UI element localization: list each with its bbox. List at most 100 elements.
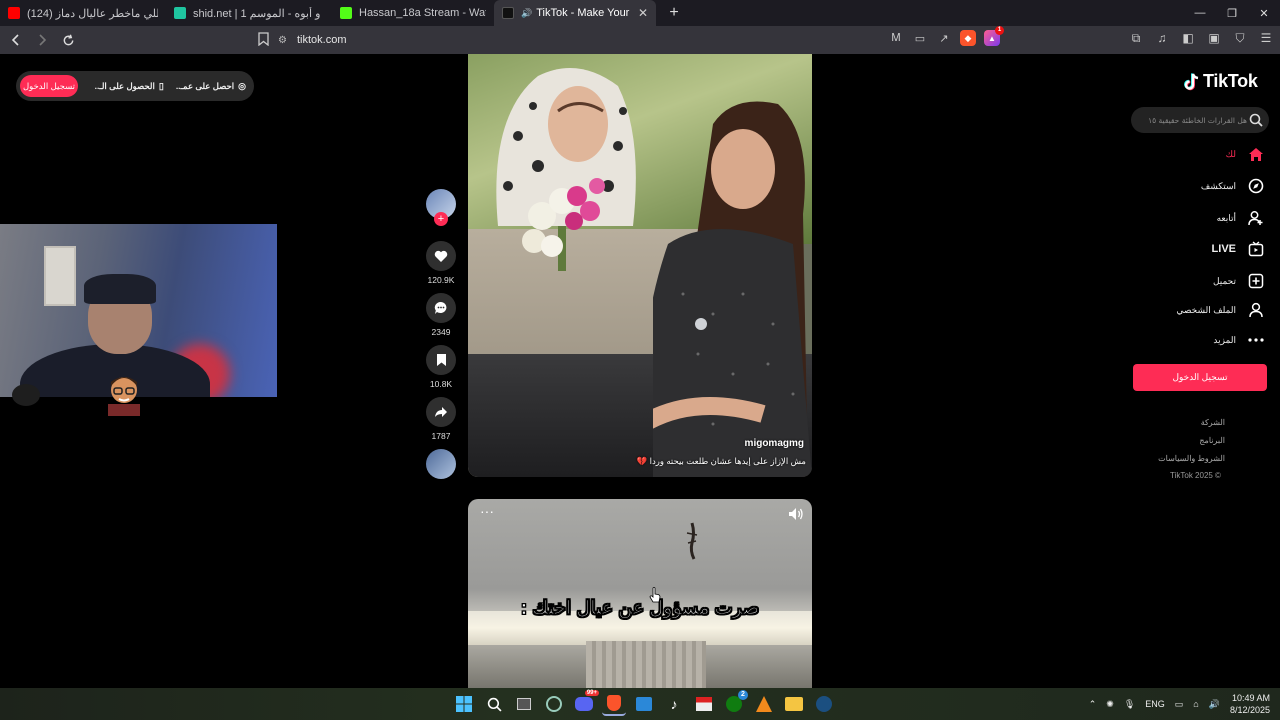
- share-button[interactable]: 1787: [424, 397, 458, 441]
- get-coins-link[interactable]: ◎ احصل على عمـ..: [176, 81, 246, 92]
- taskbar-news[interactable]: [692, 692, 716, 716]
- taskbar-xbox[interactable]: 2: [722, 690, 748, 716]
- nav-label: أتابعه: [1216, 212, 1236, 223]
- minimize-button[interactable]: —: [1184, 0, 1216, 26]
- nav-profile[interactable]: الملف الشخصي: [1176, 300, 1266, 320]
- brave-shields-icon[interactable]: ◆: [960, 30, 976, 46]
- explore-icon: [1248, 178, 1264, 194]
- sidebar-login-button[interactable]: تسجيل الدخول: [1133, 364, 1267, 391]
- promo-label: الحصول على الـ..: [94, 80, 155, 91]
- following-icon: [1248, 211, 1263, 226]
- leo-ai-icon[interactable]: ⧉: [1128, 30, 1144, 46]
- display-icon[interactable]: ▭: [1175, 699, 1184, 710]
- url-text: tiktok.com: [296, 34, 347, 46]
- back-arrow-icon: [11, 34, 19, 46]
- back-button[interactable]: [6, 30, 26, 50]
- brightness-icon[interactable]: ✺: [1106, 699, 1114, 710]
- rewards-badge: 1: [995, 26, 1004, 35]
- close-window-button[interactable]: ✕: [1248, 0, 1280, 26]
- tab-kick[interactable]: Hassan_18a Stream - Watch Live on Kick: [332, 0, 494, 26]
- promo-login-button[interactable]: تسجيل الدخول: [20, 75, 78, 97]
- volume-icon[interactable]: [788, 507, 804, 521]
- task-view-button[interactable]: [512, 692, 536, 716]
- restore-button[interactable]: ❐: [1216, 0, 1248, 26]
- save-button[interactable]: 10.8K: [424, 345, 458, 389]
- tiktok-page: ◎ احصل على عمـ.. ▯ الحصول على الـ.. تسجي…: [0, 54, 1280, 688]
- widget-icon: [546, 696, 562, 712]
- tiktok-note-icon: [1184, 72, 1199, 90]
- footer-link-terms[interactable]: الشروط والسياسات: [1158, 454, 1225, 463]
- reload-button[interactable]: [58, 30, 78, 50]
- nav-live[interactable]: LIVE: [1212, 239, 1266, 259]
- forward-button[interactable]: [32, 30, 52, 50]
- speaker-icon: 🔊: [521, 7, 533, 18]
- microphone-icon[interactable]: 🎙: [1124, 699, 1135, 710]
- language-indicator[interactable]: ENG: [1145, 699, 1165, 709]
- wallet-icon[interactable]: ▣: [1206, 30, 1222, 46]
- follow-button[interactable]: +: [434, 212, 448, 226]
- new-tab-button[interactable]: +: [662, 4, 686, 22]
- taskbar-clock[interactable]: 10:49 AM 8/12/2025: [1230, 692, 1270, 716]
- start-button[interactable]: [452, 692, 476, 716]
- tab-shahid[interactable]: shid.net | شاهد حمود و أبوه - الموسم 1: [166, 0, 332, 26]
- cast-icon[interactable]: ▭: [912, 30, 928, 46]
- volume-icon[interactable]: 🔊: [1209, 699, 1220, 710]
- comment-button[interactable]: 2349: [424, 293, 458, 337]
- tab-title: Hassan_18a Stream - Watch Live on Kick: [359, 7, 486, 19]
- site-settings-icon[interactable]: ⚙: [278, 35, 287, 46]
- video-player-2[interactable]: ··· صرت مسؤول عن عيال اختك :: [468, 499, 812, 688]
- menu-icon[interactable]: ☰: [1258, 30, 1274, 46]
- like-button[interactable]: 120.9K: [424, 241, 458, 285]
- discord-badge: 99+: [584, 690, 599, 696]
- video-player-1[interactable]: migomagmg مش الإزاز على إيدها عشان طلعت …: [468, 54, 812, 477]
- nav-more[interactable]: المزيد: [1213, 330, 1266, 350]
- nav-for-you[interactable]: لك: [1226, 144, 1266, 164]
- media-icon[interactable]: ♫: [1154, 30, 1170, 46]
- footer-link-company[interactable]: الشركة: [1201, 418, 1225, 427]
- tray-overflow-icon[interactable]: ⌃: [1089, 699, 1097, 710]
- taskbar-explorer[interactable]: [782, 692, 806, 716]
- author-avatar-button[interactable]: +: [424, 189, 458, 226]
- sound-avatar-button[interactable]: [424, 449, 458, 479]
- taskbar-tiktok[interactable]: ♪: [662, 692, 686, 716]
- sidebar-icon[interactable]: ◧: [1180, 30, 1196, 46]
- network-icon[interactable]: ⌂: [1193, 699, 1198, 709]
- search-icon[interactable]: [1249, 113, 1263, 127]
- footer-link-program[interactable]: البرنامج: [1199, 436, 1225, 445]
- windows-taskbar: 99+ ♪ 2 ⌃ ✺ 🎙 ENG ▭ ⌂ 🔊 10:49 AM 8/12/20…: [0, 688, 1280, 720]
- taskbar-steam[interactable]: [812, 692, 836, 716]
- taskbar-discord[interactable]: 99+: [572, 690, 599, 716]
- no-translate-icon[interactable]: Ꮇ: [888, 30, 904, 46]
- taskbar-vlc[interactable]: [752, 692, 776, 716]
- nav-explore[interactable]: استكشف: [1201, 176, 1266, 196]
- tab-youtube[interactable]: (124) رابع صقر اللي ماخطر عاليال دماز ||: [0, 0, 166, 26]
- tiktok-logo[interactable]: TikTok: [1184, 71, 1258, 92]
- bookmark-icon: [436, 354, 446, 366]
- sound-avatar: [426, 449, 456, 479]
- more-icon: [1248, 338, 1264, 342]
- share-page-icon[interactable]: ↗: [936, 30, 952, 46]
- window-controls: — ❐ ✕: [1184, 0, 1280, 26]
- video-caption: مش الإزاز على إيدها عشان طلعت بيحته وردا…: [636, 456, 806, 466]
- brave-rewards-icon[interactable]: ▲ 1: [984, 26, 1004, 46]
- steam-icon: [816, 696, 832, 712]
- close-tab-icon[interactable]: ✕: [632, 6, 648, 20]
- nav-label: المزيد: [1213, 334, 1236, 345]
- tab-tiktok[interactable]: 🔊 TikTok - Make Your Day ✕: [494, 0, 656, 26]
- forward-arrow-icon: [39, 34, 47, 46]
- nav-upload[interactable]: تحميل: [1213, 271, 1266, 291]
- promo-label: احصل على عمـ..: [175, 80, 235, 91]
- search-input[interactable]: [1139, 107, 1247, 133]
- like-count: 120.9K: [427, 275, 455, 285]
- nav-following[interactable]: أتابعه: [1217, 208, 1266, 228]
- shahid-icon: [174, 7, 186, 19]
- video-username[interactable]: migomagmg: [745, 438, 804, 449]
- get-app-link[interactable]: ▯ الحصول على الـ..: [95, 81, 164, 92]
- vpn-icon[interactable]: ⛉: [1232, 30, 1248, 46]
- bookmark-page-button[interactable]: [258, 32, 269, 51]
- taskbar-search[interactable]: [482, 692, 506, 716]
- taskbar-brave[interactable]: [602, 692, 626, 716]
- taskbar-store[interactable]: [632, 692, 656, 716]
- taskbar-app-widget[interactable]: [542, 692, 566, 716]
- video-more-options[interactable]: ···: [480, 503, 494, 519]
